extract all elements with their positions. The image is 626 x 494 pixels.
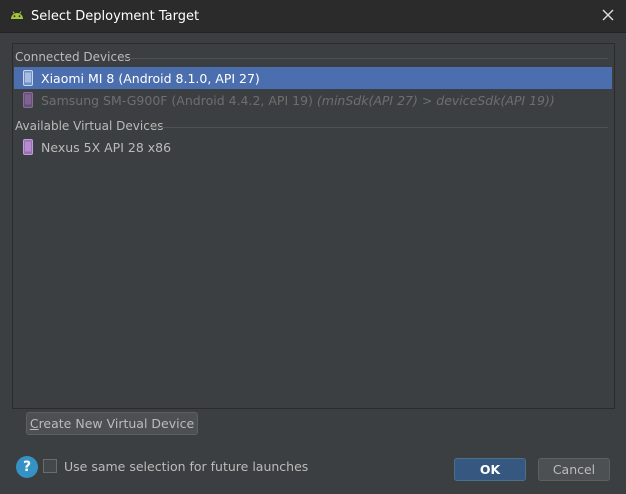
header-divider <box>149 127 608 128</box>
device-row-samsung-sm-g900f[interactable]: Samsung SM-G900F (Android 4.4.2, API 19)… <box>14 89 612 111</box>
device-list[interactable]: Connected Devices Xiaomi MI 8 (Android 8… <box>12 43 615 409</box>
close-icon <box>602 9 614 24</box>
cancel-label: Cancel <box>552 462 596 477</box>
ok-button[interactable]: OK <box>454 458 526 481</box>
window-title: Select Deployment Target <box>31 9 200 24</box>
ok-label: OK <box>479 462 501 477</box>
button-label: reate New Virtual Device <box>38 416 195 431</box>
header-divider <box>121 58 608 59</box>
same-selection-checkbox[interactable] <box>43 459 57 473</box>
connected-devices-header: Connected Devices <box>13 47 614 67</box>
device-name: Xiaomi MI 8 (Android 8.1.0, API 27) <box>41 71 260 86</box>
device-name: Nexus 5X API 28 x86 <box>41 140 172 155</box>
title-bar: Select Deployment Target <box>0 0 626 33</box>
virtual-devices-label: Available Virtual Devices <box>15 119 164 133</box>
connected-devices-label: Connected Devices <box>15 50 131 64</box>
android-icon <box>9 8 25 24</box>
device-name: Samsung SM-G900F (Android 4.4.2, API 19) <box>41 93 313 108</box>
phone-icon <box>23 92 33 108</box>
create-new-virtual-device-button[interactable]: Create New Virtual Device <box>26 412 198 435</box>
device-row-nexus-5x[interactable]: Nexus 5X API 28 x86 <box>14 136 612 158</box>
sdk-warning: (minSdk(API 27) > deviceSdk(API 19)) <box>316 93 555 108</box>
phone-icon <box>23 139 33 155</box>
phone-icon <box>23 70 33 86</box>
close-button[interactable] <box>590 0 626 32</box>
cancel-button[interactable]: Cancel <box>538 458 610 481</box>
virtual-devices-header: Available Virtual Devices <box>13 116 614 136</box>
device-row-xiaomi-mi-8[interactable]: Xiaomi MI 8 (Android 8.1.0, API 27) <box>14 67 612 89</box>
help-icon: ? <box>22 459 32 475</box>
same-selection-label[interactable]: Use same selection for future launches <box>64 459 308 474</box>
button-mnemonic: C <box>29 416 39 431</box>
help-button[interactable]: ? <box>16 456 38 478</box>
